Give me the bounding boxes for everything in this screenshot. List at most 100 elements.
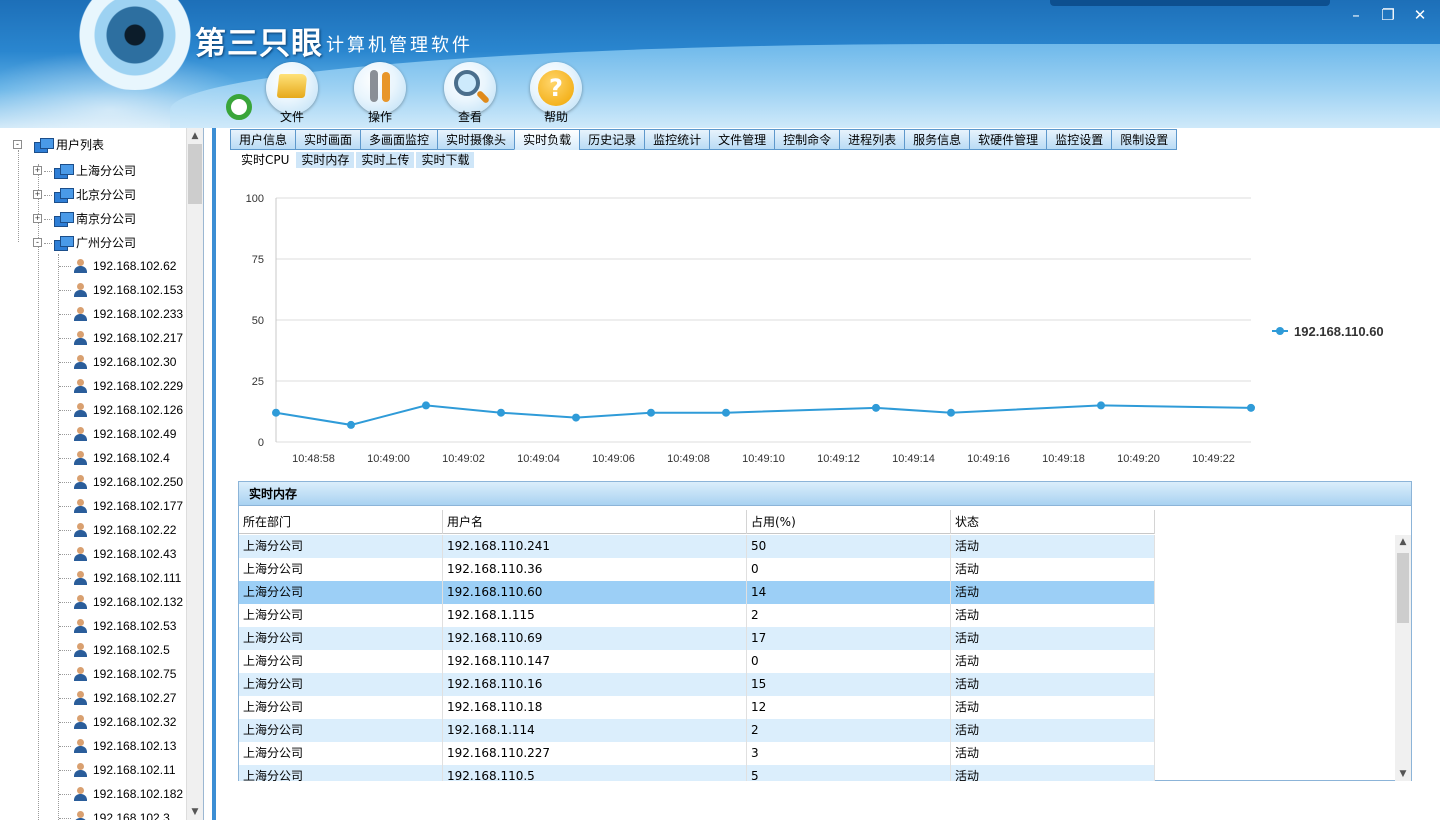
tree-host-item[interactable]: 192.168.102.177 bbox=[0, 495, 187, 517]
tree-host-item[interactable]: 192.168.102.111 bbox=[0, 567, 187, 589]
data-point bbox=[347, 420, 355, 429]
expand-icon[interactable]: + bbox=[33, 190, 42, 199]
tab-4[interactable]: 实时负载 bbox=[514, 129, 580, 150]
tree-host-item[interactable]: 192.168.102.22 bbox=[0, 519, 187, 541]
tree-host-item[interactable]: 192.168.102.250 bbox=[0, 471, 187, 493]
table-row[interactable]: 上海分公司 192.168.110.69 17 活动 bbox=[239, 627, 1155, 650]
collapse-icon[interactable]: - bbox=[33, 238, 42, 247]
memory-panel: 实时内存 所在部门 用户名 占用(%) 状态 上海分公司 192.168.110.… bbox=[238, 481, 1412, 781]
table-scroll-thumb[interactable] bbox=[1397, 553, 1409, 623]
table-row[interactable]: 上海分公司 192.168.110.36 0 活动 bbox=[239, 558, 1155, 581]
tree-host-item[interactable]: 192.168.102.30 bbox=[0, 351, 187, 373]
tab-8[interactable]: 控制命令 bbox=[774, 129, 840, 150]
tree-scrollbar[interactable]: ▲ ▼ bbox=[186, 128, 203, 820]
tree-guide-line bbox=[59, 314, 71, 315]
tab-3[interactable]: 实时摄像头 bbox=[437, 129, 515, 150]
column-header-department[interactable]: 所在部门 bbox=[239, 510, 443, 534]
tree-host-item[interactable]: 192.168.102.53 bbox=[0, 615, 187, 637]
table-row[interactable]: 上海分公司 192.168.110.227 3 活动 bbox=[239, 742, 1155, 765]
network-computers-icon bbox=[54, 236, 74, 251]
username-cell: 192.168.110.36 bbox=[443, 558, 747, 581]
table-row[interactable]: 上海分公司 192.168.1.114 2 活动 bbox=[239, 719, 1155, 742]
tab-5[interactable]: 历史记录 bbox=[579, 129, 645, 150]
expand-icon[interactable]: + bbox=[33, 214, 42, 223]
username-cell: 192.168.110.69 bbox=[443, 627, 747, 650]
expand-icon[interactable]: + bbox=[33, 166, 42, 175]
tree-group[interactable]: + 上海分公司 bbox=[0, 160, 187, 182]
tree-group[interactable]: + 北京分公司 bbox=[0, 184, 187, 206]
subtab-3[interactable]: 实时下载 bbox=[416, 152, 475, 168]
user-icon bbox=[74, 643, 87, 657]
tree-group-label: 北京分公司 bbox=[76, 188, 137, 202]
tab-2[interactable]: 多画面监控 bbox=[360, 129, 438, 150]
help-menu-button[interactable]: ? 帮助 bbox=[526, 62, 586, 125]
subtab-0[interactable]: 实时CPU bbox=[236, 152, 295, 168]
subtab-1[interactable]: 实时内存 bbox=[296, 152, 355, 168]
username-cell: 192.168.110.18 bbox=[443, 696, 747, 719]
user-icon bbox=[74, 619, 87, 633]
tree-host-item[interactable]: 192.168.102.49 bbox=[0, 423, 187, 445]
tab-13[interactable]: 限制设置 bbox=[1111, 129, 1178, 150]
tree-host-label: 192.168.102.217 bbox=[93, 331, 184, 345]
table-row[interactable]: 上海分公司 192.168.110.147 0 活动 bbox=[239, 650, 1155, 673]
tree-host-item[interactable]: 192.168.102.3 bbox=[0, 807, 187, 820]
tree-host-item[interactable]: 192.168.102.182 bbox=[0, 783, 187, 805]
tree-group[interactable]: - 广州分公司 bbox=[0, 232, 187, 254]
tree-host-item[interactable]: 192.168.102.13 bbox=[0, 735, 187, 757]
tree-host-item[interactable]: 192.168.102.32 bbox=[0, 711, 187, 733]
tab-12[interactable]: 监控设置 bbox=[1046, 129, 1112, 150]
tab-7[interactable]: 文件管理 bbox=[709, 129, 775, 150]
table-row[interactable]: 上海分公司 192.168.110.16 15 活动 bbox=[239, 673, 1155, 696]
subtab-2[interactable]: 实时上传 bbox=[356, 152, 415, 168]
table-row[interactable]: 上海分公司 192.168.110.18 12 活动 bbox=[239, 696, 1155, 719]
view-menu-button[interactable]: 查看 bbox=[440, 62, 500, 125]
column-header-username[interactable]: 用户名 bbox=[443, 510, 747, 534]
username-cell: 192.168.1.114 bbox=[443, 719, 747, 742]
restore-button[interactable]: ❐ bbox=[1374, 2, 1402, 28]
tree-scroll-down-icon[interactable]: ▼ bbox=[187, 804, 203, 820]
tree-host-item[interactable]: 192.168.102.4 bbox=[0, 447, 187, 469]
column-header-usage[interactable]: 占用(%) bbox=[747, 510, 951, 534]
tree-host-item[interactable]: 192.168.102.5 bbox=[0, 639, 187, 661]
data-point bbox=[872, 403, 880, 412]
tree-host-item[interactable]: 192.168.102.233 bbox=[0, 303, 187, 325]
tree-group[interactable]: + 南京分公司 bbox=[0, 208, 187, 230]
tab-1[interactable]: 实时画面 bbox=[295, 129, 361, 150]
tree-guide-line bbox=[59, 482, 71, 483]
collapse-icon[interactable]: - bbox=[13, 140, 22, 149]
tree-host-item[interactable]: 192.168.102.27 bbox=[0, 687, 187, 709]
tab-9[interactable]: 进程列表 bbox=[839, 129, 905, 150]
column-header-status[interactable]: 状态 bbox=[951, 510, 1155, 534]
tree-scroll-thumb[interactable] bbox=[188, 144, 202, 204]
tree-host-item[interactable]: 192.168.102.62 bbox=[0, 255, 187, 277]
table-scroll-up-icon[interactable]: ▲ bbox=[1395, 535, 1411, 549]
start-monitor-button[interactable] bbox=[226, 94, 252, 120]
department-cell: 上海分公司 bbox=[239, 581, 443, 604]
table-row[interactable]: 上海分公司 192.168.1.115 2 活动 bbox=[239, 604, 1155, 627]
tree-host-item[interactable]: 192.168.102.126 bbox=[0, 399, 187, 421]
tree-host-item[interactable]: 192.168.102.75 bbox=[0, 663, 187, 685]
close-button[interactable]: ✕ bbox=[1406, 2, 1434, 28]
tab-10[interactable]: 服务信息 bbox=[904, 129, 970, 150]
file-menu-button[interactable]: 文件 bbox=[262, 62, 322, 125]
minimize-button[interactable]: – bbox=[1342, 2, 1370, 28]
tree-host-item[interactable]: 192.168.102.217 bbox=[0, 327, 187, 349]
tree-host-item[interactable]: 192.168.102.132 bbox=[0, 591, 187, 613]
tree-host-item[interactable]: 192.168.102.11 bbox=[0, 759, 187, 781]
operation-menu-button[interactable]: 操作 bbox=[350, 62, 410, 125]
table-scroll-down-icon[interactable]: ▼ bbox=[1395, 767, 1411, 781]
table-row[interactable]: 上海分公司 192.168.110.241 50 活动 bbox=[239, 535, 1155, 558]
tab-0[interactable]: 用户信息 bbox=[230, 129, 296, 150]
tree-scroll-up-icon[interactable]: ▲ bbox=[187, 128, 203, 144]
tree-host-item[interactable]: 192.168.102.229 bbox=[0, 375, 187, 397]
tab-11[interactable]: 软硬件管理 bbox=[969, 129, 1047, 150]
tree-host-item[interactable]: 192.168.102.153 bbox=[0, 279, 187, 301]
table-row[interactable]: 上海分公司 192.168.110.5 5 活动 bbox=[239, 765, 1155, 781]
tree-root[interactable]: - 用户列表 bbox=[0, 134, 187, 156]
table-row[interactable]: 上海分公司 192.168.110.60 14 活动 bbox=[239, 581, 1155, 604]
tree-host-item[interactable]: 192.168.102.43 bbox=[0, 543, 187, 565]
data-point bbox=[497, 408, 505, 417]
user-icon bbox=[74, 283, 87, 297]
tab-6[interactable]: 监控统计 bbox=[644, 129, 710, 150]
table-scrollbar[interactable]: ▲ ▼ bbox=[1395, 535, 1411, 781]
